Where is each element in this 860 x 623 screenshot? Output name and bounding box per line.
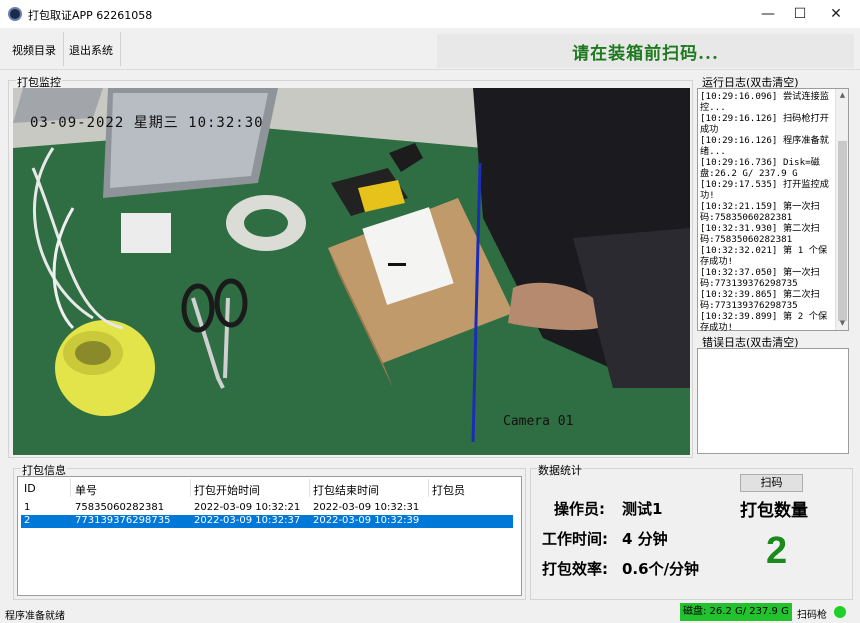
worktime-label: 工作时间: [542, 530, 608, 548]
column-separator [309, 479, 310, 497]
close-button[interactable]: ✕ [818, 0, 854, 28]
cell-start: 2022-03-09 10:32:37 [194, 515, 301, 526]
scroll-up-arrow-icon[interactable]: ▲ [836, 89, 849, 102]
stats-label: 数据统计 [537, 462, 583, 478]
disk-usage-badge: 磁盘: 26.2 G/ 237.9 G [680, 603, 792, 621]
run-log-text: [10:29:16.096] 尝试连接监控... [10:29:16.126] … [700, 91, 829, 333]
osd-datetime: 03-09-2022 星期三 10:32:30 [30, 115, 264, 131]
cell-end: 2022-03-09 10:32:39 [313, 515, 420, 526]
operator-label: 操作员: [554, 500, 605, 518]
camera-scene [13, 88, 690, 455]
cell-order: 75835060282381 [75, 502, 165, 513]
error-log-box[interactable] [697, 348, 849, 454]
camera-feed: 03-09-2022 星期三 10:32:30 Camera 01 [13, 88, 690, 455]
scan-prompt-banner: 请在装箱前扫码... [437, 34, 854, 68]
cell-order: 773139376298735 [75, 515, 171, 526]
menu-exit-system[interactable]: 退出系统 [69, 42, 113, 58]
run-log-box[interactable]: [10:29:16.096] 尝试连接监控... [10:29:16.126] … [697, 88, 849, 333]
scan-button[interactable]: 扫码 [740, 474, 803, 492]
scanner-status-icon [834, 606, 846, 618]
pack-count-value: 2 [766, 530, 788, 572]
cell-id: 2 [24, 515, 31, 526]
minimize-button[interactable]: — [750, 0, 786, 28]
operator-value: 测试1 [622, 500, 663, 518]
worktime-value: 4 分钟 [622, 530, 668, 548]
osd-camera-label: Camera 01 [503, 414, 574, 429]
cell-end: 2022-03-09 10:32:31 [313, 502, 420, 513]
column-header-packer[interactable]: 打包员 [432, 482, 465, 498]
column-separator [428, 479, 429, 497]
column-header-start-time[interactable]: 打包开始时间 [194, 482, 260, 498]
cell-id: 1 [24, 502, 31, 513]
efficiency-value: 0.6个/分钟 [622, 560, 700, 578]
app-icon [8, 7, 22, 21]
pack-count-label: 打包数量 [740, 501, 808, 521]
menu-video-directory[interactable]: 视频目录 [12, 42, 56, 58]
scroll-down-arrow-icon[interactable]: ▼ [836, 317, 849, 330]
cell-start: 2022-03-09 10:32:21 [194, 502, 301, 513]
pack-info-table[interactable]: ID 单号 打包开始时间 打包结束时间 打包员 1 75835060282381… [17, 476, 522, 596]
efficiency-label: 打包效率: [542, 560, 608, 578]
column-header-end-time[interactable]: 打包结束时间 [313, 482, 379, 498]
window-title: 打包取证APP 62261058 [28, 9, 153, 22]
toolbar-separator [63, 32, 64, 66]
maximize-button[interactable]: ☐ [782, 0, 818, 28]
column-separator [190, 479, 191, 497]
column-header-id[interactable]: ID [24, 482, 36, 495]
status-text: 程序准备就绪 [5, 611, 65, 622]
scroll-thumb[interactable] [838, 141, 847, 321]
column-separator [70, 479, 71, 497]
title-bar: 打包取证APP 62261058 — ☐ ✕ [0, 0, 860, 28]
table-row[interactable]: 1 75835060282381 2022-03-09 10:32:21 202… [21, 502, 513, 515]
toolbar-separator [120, 32, 121, 66]
column-header-order[interactable]: 单号 [75, 482, 97, 498]
run-log-scrollbar[interactable]: ▲ ▼ [835, 89, 848, 330]
scanner-label: 扫码枪 [797, 610, 827, 621]
table-row-selected[interactable]: 2 773139376298735 2022-03-09 10:32:37 20… [21, 515, 513, 528]
